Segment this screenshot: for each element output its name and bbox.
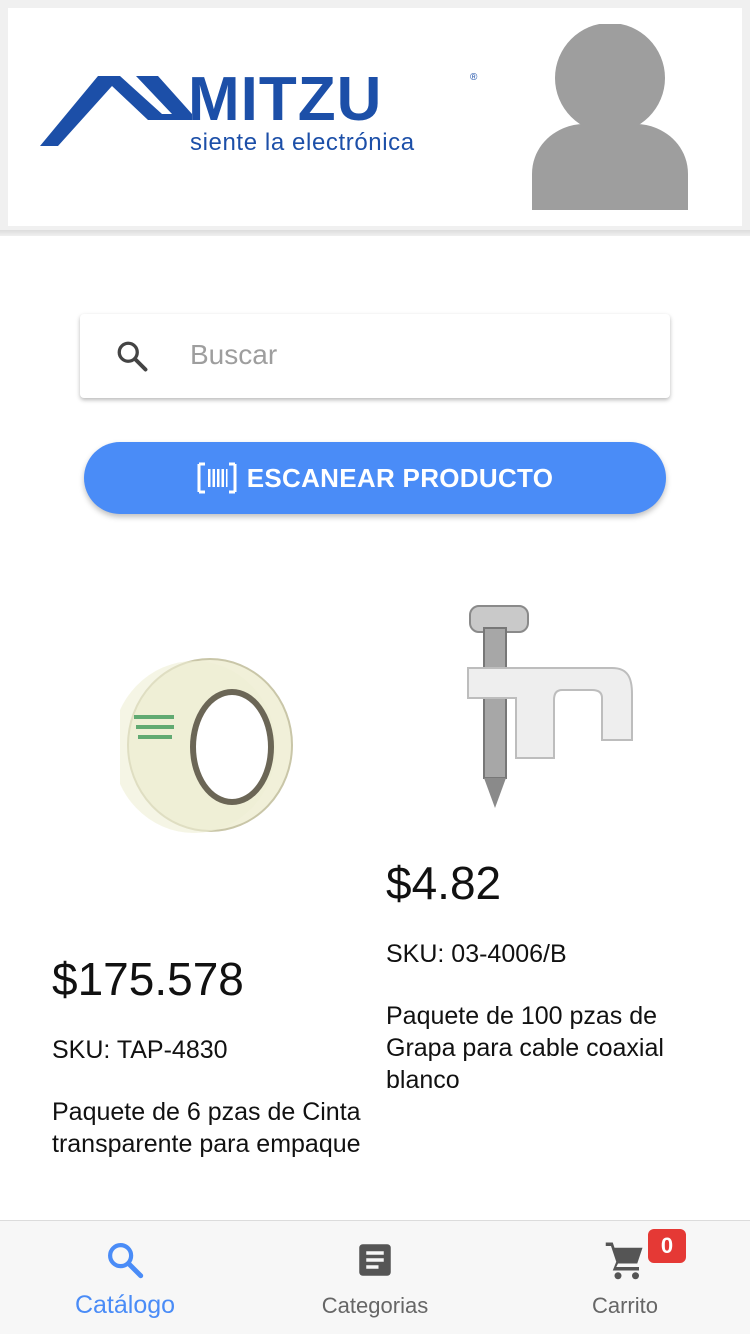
svg-text:MITZU: MITZU [188, 68, 382, 134]
product-image[interactable] [120, 655, 300, 835]
nav-label-categorias: Categorias [321, 1293, 429, 1318]
search-input[interactable] [190, 330, 650, 380]
nav-label-catalogo: Catálogo [74, 1291, 176, 1319]
search-icon [108, 1243, 144, 1279]
product-price: $4.82 [386, 857, 502, 909]
nav-item-categorias[interactable]: Categorias [250, 1221, 500, 1334]
nav-label-carrito: Carrito [591, 1293, 658, 1318]
product-description: Paquete de 6 pzas de Cinta transparente … [52, 1098, 361, 1158]
logo-tagline: siente la electrónica [190, 129, 415, 156]
scan-button-label: ESCANEAR PRODUCTO [246, 462, 554, 493]
nav-item-catalogo[interactable]: Catálogo [0, 1221, 250, 1334]
product-description: Paquete de 100 pzas de Grapa para cable … [386, 1002, 664, 1094]
product-card[interactable]: $4.82 SKU: 03-4006/B Paquete de 100 pzas… [376, 580, 726, 1100]
barcode-scan-icon [197, 462, 237, 494]
product-card[interactable]: $175.578 SKU: TAP-4830 Paquete de 6 pzas… [40, 580, 370, 1200]
product-price: $175.578 [52, 953, 244, 1005]
svg-text:®: ® [470, 72, 478, 83]
product-sku: SKU: TAP-4830 [52, 1036, 228, 1064]
product-image[interactable] [462, 598, 642, 818]
user-avatar-icon[interactable] [528, 24, 692, 212]
header-shadow [0, 230, 750, 236]
product-sku: SKU: 03-4006/B [386, 940, 567, 968]
scan-product-button[interactable]: ESCANEAR PRODUCTO [84, 442, 666, 514]
search-icon [117, 341, 148, 372]
document-list-icon [359, 1244, 391, 1276]
bottom-navigation: Catálogo Categorias Carrito [0, 1220, 750, 1334]
nav-item-carrito[interactable]: Carrito [500, 1221, 750, 1334]
shopping-cart-icon [605, 1242, 643, 1280]
cart-count-badge: 0 [648, 1229, 686, 1263]
